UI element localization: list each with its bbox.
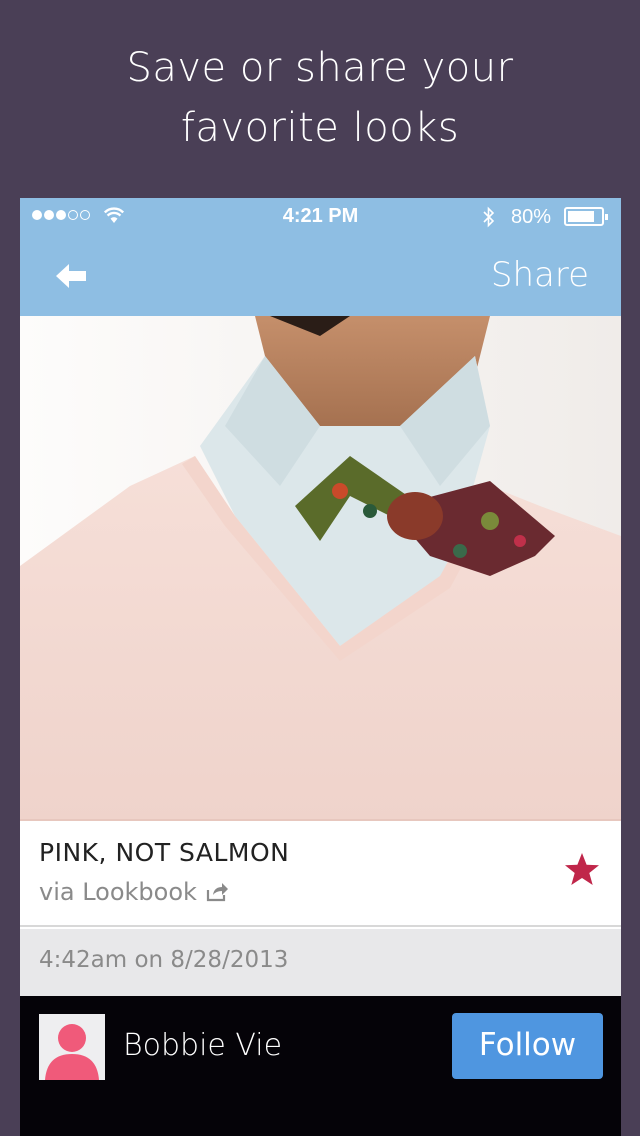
promo-headline: Save or share your favorite looks [0,38,640,158]
favorite-star-icon[interactable] [563,851,601,889]
status-bar: 4:21 PM 80% [20,198,621,236]
default-avatar-icon [39,1014,105,1080]
post-title: PINK, NOT SALMON [39,838,290,867]
user-bar: Bobbie Vie Follow [20,996,621,1136]
bluetooth-icon [483,206,495,228]
battery-percent: 80% [511,206,552,228]
post-timestamp: 4:42am on 8/28/2013 [39,947,289,973]
back-button[interactable] [46,254,96,298]
promo-line-2: favorite looks [180,105,460,151]
follow-button[interactable]: Follow [452,1013,603,1079]
timestamp-bar: 4:42am on 8/28/2013 [20,929,621,996]
avatar[interactable] [39,1014,105,1080]
username[interactable]: Bobbie Vie [123,1028,282,1063]
share-button[interactable]: Share [491,252,589,298]
promo-line-1: Save or share your [126,45,514,91]
battery-icon [564,207,608,226]
battery-nub [605,214,608,220]
post-source-link[interactable]: via Lookbook [39,878,229,906]
look-photo[interactable] [20,316,621,821]
external-share-icon [206,883,228,902]
back-arrow-icon [56,264,86,288]
battery-fill [568,211,594,222]
photo-pink-sweater-bowtie [20,316,621,821]
phone-screen: 4:21 PM 80% Share PINK, NOT SALMON via L… [20,198,621,1136]
post-source-label: via Lookbook [39,878,197,906]
post-info: PINK, NOT SALMON via Lookbook [20,821,621,927]
nav-bar: Share [20,236,621,316]
